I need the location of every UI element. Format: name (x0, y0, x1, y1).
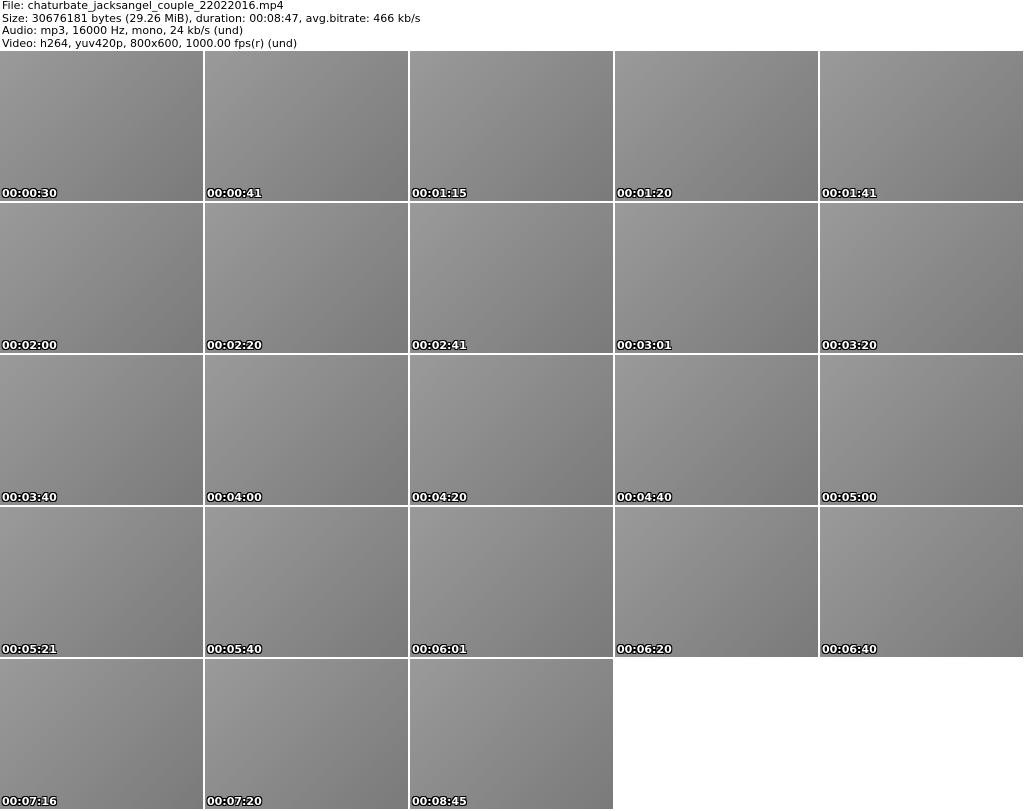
thumbnail[interactable]: 00:05:00 (820, 355, 1023, 505)
thumbnail-timestamp: 00:06:40 (822, 643, 877, 656)
thumbnail-timestamp: 00:04:40 (617, 491, 672, 504)
thumbnail[interactable]: 00:01:15 (410, 51, 613, 201)
thumbnail[interactable]: 00:04:20 (410, 355, 613, 505)
thumbnail-timestamp: 00:03:40 (2, 491, 57, 504)
thumbnail[interactable]: 00:04:40 (615, 355, 818, 505)
thumbnail-image-placeholder (820, 51, 1023, 201)
thumbnail[interactable]: 00:01:20 (615, 51, 818, 201)
audio-info: Audio: mp3, 16000 Hz, mono, 24 kb/s (und… (2, 24, 244, 37)
thumbnail[interactable]: 00:03:40 (0, 355, 203, 505)
thumbnail[interactable]: 00:06:01 (410, 507, 613, 657)
thumbnail-timestamp: 00:05:40 (207, 643, 262, 656)
thumbnail[interactable]: 00:03:01 (615, 203, 818, 353)
thumbnail[interactable]: 00:02:41 (410, 203, 613, 353)
thumbnail-image-placeholder (615, 355, 818, 505)
video-info: Video: h264, yuv420p, 800x600, 1000.00 f… (2, 36, 298, 50)
thumbnail[interactable]: 00:05:21 (0, 507, 203, 657)
thumbnail[interactable]: 00:01:41 (820, 51, 1023, 201)
thumbnail-image-placeholder (615, 51, 818, 201)
thumbnail-timestamp: 00:02:41 (412, 339, 467, 352)
thumbnail-timestamp: 00:01:20 (617, 187, 672, 200)
thumbnail-image-placeholder (205, 355, 408, 505)
thumbnail-image-placeholder (410, 355, 613, 505)
thumbnail-image-placeholder (205, 507, 408, 657)
thumbnail-timestamp: 00:02:00 (2, 339, 57, 352)
thumbnail-image-placeholder (410, 51, 613, 201)
file-info-header: File: chaturbate_jacksangel_couple_22022… (2, 0, 421, 50)
thumbnail[interactable]: 00:02:00 (0, 203, 203, 353)
thumbnail-timestamp: 00:03:01 (617, 339, 672, 352)
thumbnail-timestamp: 00:00:41 (207, 187, 262, 200)
thumbnail[interactable]: 00:06:20 (615, 507, 818, 657)
thumbnail-timestamp: 00:01:15 (412, 187, 467, 200)
thumbnail-timestamp: 00:04:20 (412, 491, 467, 504)
thumbnail-image-placeholder (820, 355, 1023, 505)
thumbnail[interactable]: 00:05:40 (205, 507, 408, 657)
thumbnail-image-placeholder (615, 203, 818, 353)
thumbnail[interactable]: 00:06:40 (820, 507, 1023, 657)
thumbnail-grid: 00:00:30 00:00:41 00:01:15 00:01:20 00:01:41… (0, 51, 1023, 809)
thumbnail-image-placeholder (0, 355, 203, 505)
thumbnail-image-placeholder (205, 659, 408, 809)
thumbnail-image-placeholder (410, 659, 613, 809)
thumbnail-timestamp: 00:07:20 (207, 795, 262, 808)
thumbnail-image-placeholder (0, 51, 203, 201)
thumbnail[interactable]: 00:00:41 (205, 51, 408, 201)
thumbnail-timestamp: 00:05:00 (822, 491, 877, 504)
thumbnail[interactable]: 00:08:45 (410, 659, 613, 809)
thumbnail-image-placeholder (820, 203, 1023, 353)
thumbnail[interactable]: 00:07:16 (0, 659, 203, 809)
thumbnail[interactable]: 00:04:00 (205, 355, 408, 505)
file-name: File: chaturbate_jacksangel_couple_22022… (2, 0, 284, 12)
thumbnail-image-placeholder (0, 507, 203, 657)
thumbnail-image-placeholder (0, 659, 203, 809)
thumbnail[interactable]: 00:03:20 (820, 203, 1023, 353)
thumbnail[interactable]: 00:00:30 (0, 51, 203, 201)
thumbnail-timestamp: 00:08:45 (412, 795, 467, 808)
thumbnail-image-placeholder (820, 507, 1023, 657)
thumbnail-timestamp: 00:02:20 (207, 339, 262, 352)
thumbnail[interactable]: 00:02:20 (205, 203, 408, 353)
thumbnail-timestamp: 00:04:00 (207, 491, 262, 504)
thumbnail-timestamp: 00:00:30 (2, 187, 57, 200)
thumbnail-timestamp: 00:01:41 (822, 187, 877, 200)
thumbnail-timestamp: 00:06:20 (617, 643, 672, 656)
thumbnail-image-placeholder (205, 51, 408, 201)
thumbnail-image-placeholder (205, 203, 408, 353)
thumbnail-image-placeholder (410, 507, 613, 657)
thumbnail-image-placeholder (410, 203, 613, 353)
thumbnail-timestamp: 00:07:16 (2, 795, 57, 808)
thumbnail-timestamp: 00:05:21 (2, 643, 57, 656)
thumbnail-timestamp: 00:06:01 (412, 643, 467, 656)
thumbnail-timestamp: 00:03:20 (822, 339, 877, 352)
thumbnail-image-placeholder (615, 507, 818, 657)
thumbnail-image-placeholder (0, 203, 203, 353)
thumbnail[interactable]: 00:07:20 (205, 659, 408, 809)
